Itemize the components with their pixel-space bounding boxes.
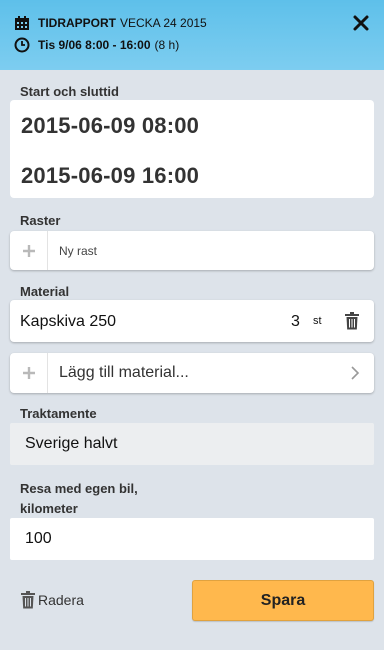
start-time-field[interactable]: 2015-06-09 08:00 — [21, 113, 199, 139]
car-label-line1: Resa med egen bil, — [20, 481, 138, 496]
delete-button[interactable]: Radera — [20, 591, 84, 609]
add-material-label: Lägg till material... — [59, 364, 189, 381]
header-duration: (8 h) — [154, 38, 180, 52]
header-title-row: TIDRAPPORT VECKA 24 2015 — [14, 15, 207, 31]
trash-icon — [21, 591, 35, 609]
header-week: VECKA 24 2015 — [120, 16, 207, 30]
add-material-row: Lägg till material... — [10, 353, 374, 393]
allowance-label: Traktamente — [20, 406, 97, 421]
times-label: Start och sluttid — [20, 84, 119, 99]
calendar-icon — [14, 15, 30, 31]
material-item-row[interactable]: Kapskiva 250 3 st — [10, 300, 374, 342]
clock-icon — [14, 37, 30, 53]
breaks-label: Raster — [20, 213, 61, 228]
plus-icon — [10, 231, 48, 270]
header-subtitle-row: Tis 9/06 8:00 - 16:00 (8 h) — [14, 37, 179, 53]
material-item-name: Kapskiva 250 — [20, 313, 117, 330]
save-button[interactable]: Spara — [192, 580, 374, 621]
add-break-label: Ny rast — [59, 243, 98, 258]
end-time-field[interactable]: 2015-06-09 16:00 — [21, 163, 199, 189]
add-break-row: Ny rast — [10, 231, 374, 270]
times-card: 2015-06-09 08:00 2015-06-09 16:00 — [10, 100, 374, 198]
add-material-button[interactable]: Lägg till material... — [10, 353, 374, 393]
allowance-select[interactable]: Sverige halvt — [10, 423, 374, 465]
chevron-right-icon — [350, 366, 360, 380]
trash-icon[interactable] — [344, 312, 360, 330]
car-label-line2: kilometer — [20, 501, 78, 516]
header-time-range: Tis 9/06 8:00 - 16:00 — [38, 38, 151, 52]
header-title: TIDRAPPORT — [38, 16, 116, 30]
material-item-quantity[interactable]: 3 — [291, 313, 300, 331]
plus-icon — [10, 353, 48, 393]
material-label: Material — [20, 284, 70, 299]
kilometer-input[interactable]: 100 — [10, 518, 374, 560]
add-break-button[interactable]: Ny rast — [10, 231, 374, 270]
close-icon[interactable] — [352, 14, 370, 32]
material-item-unit: st — [313, 315, 322, 327]
header-bar: TIDRAPPORT VECKA 24 2015 Tis 9/06 8:00 -… — [0, 0, 384, 70]
delete-label: Radera — [38, 592, 84, 608]
